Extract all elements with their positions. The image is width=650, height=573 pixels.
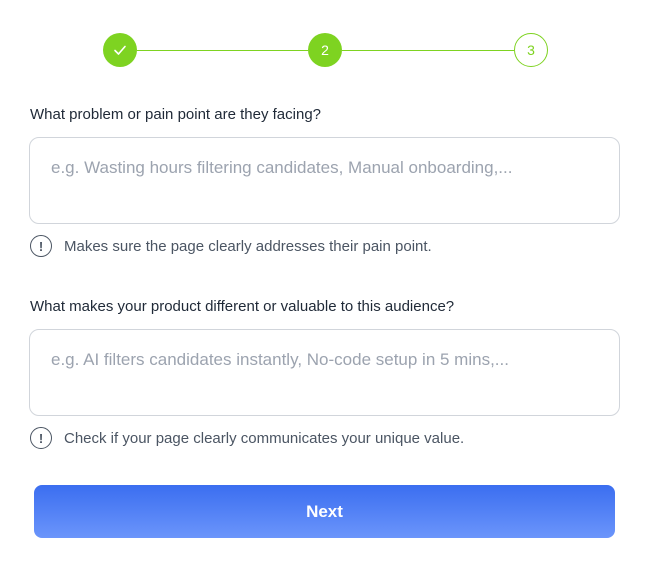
pain-point-hint: ! Makes sure the page clearly addresses … xyxy=(30,234,432,258)
info-icon: ! xyxy=(30,427,52,449)
step-3-pending[interactable]: 3 xyxy=(514,33,548,67)
info-icon: ! xyxy=(30,235,52,257)
unique-value-hint: ! Check if your page clearly communicate… xyxy=(30,426,464,450)
step-connector-2-3 xyxy=(342,49,514,51)
next-button[interactable]: Next xyxy=(34,485,615,538)
pain-point-hint-text: Makes sure the page clearly addresses th… xyxy=(64,237,432,255)
form-card: 2 3 What problem or pain point are they … xyxy=(0,0,650,573)
pain-point-question-label: What problem or pain point are they faci… xyxy=(30,106,321,123)
step-2-active[interactable]: 2 xyxy=(308,33,342,67)
step-3-label: 3 xyxy=(527,42,535,58)
step-connector-1-2 xyxy=(137,49,308,51)
progress-stepper: 2 3 xyxy=(103,33,548,67)
step-2-label: 2 xyxy=(321,42,329,58)
check-icon xyxy=(114,45,126,55)
unique-value-hint-text: Check if your page clearly communicates … xyxy=(64,429,465,447)
unique-value-input[interactable] xyxy=(29,329,620,416)
pain-point-input[interactable] xyxy=(29,137,620,224)
value-question-label: What makes your product different or val… xyxy=(30,298,455,315)
step-1-completed[interactable] xyxy=(103,33,137,67)
